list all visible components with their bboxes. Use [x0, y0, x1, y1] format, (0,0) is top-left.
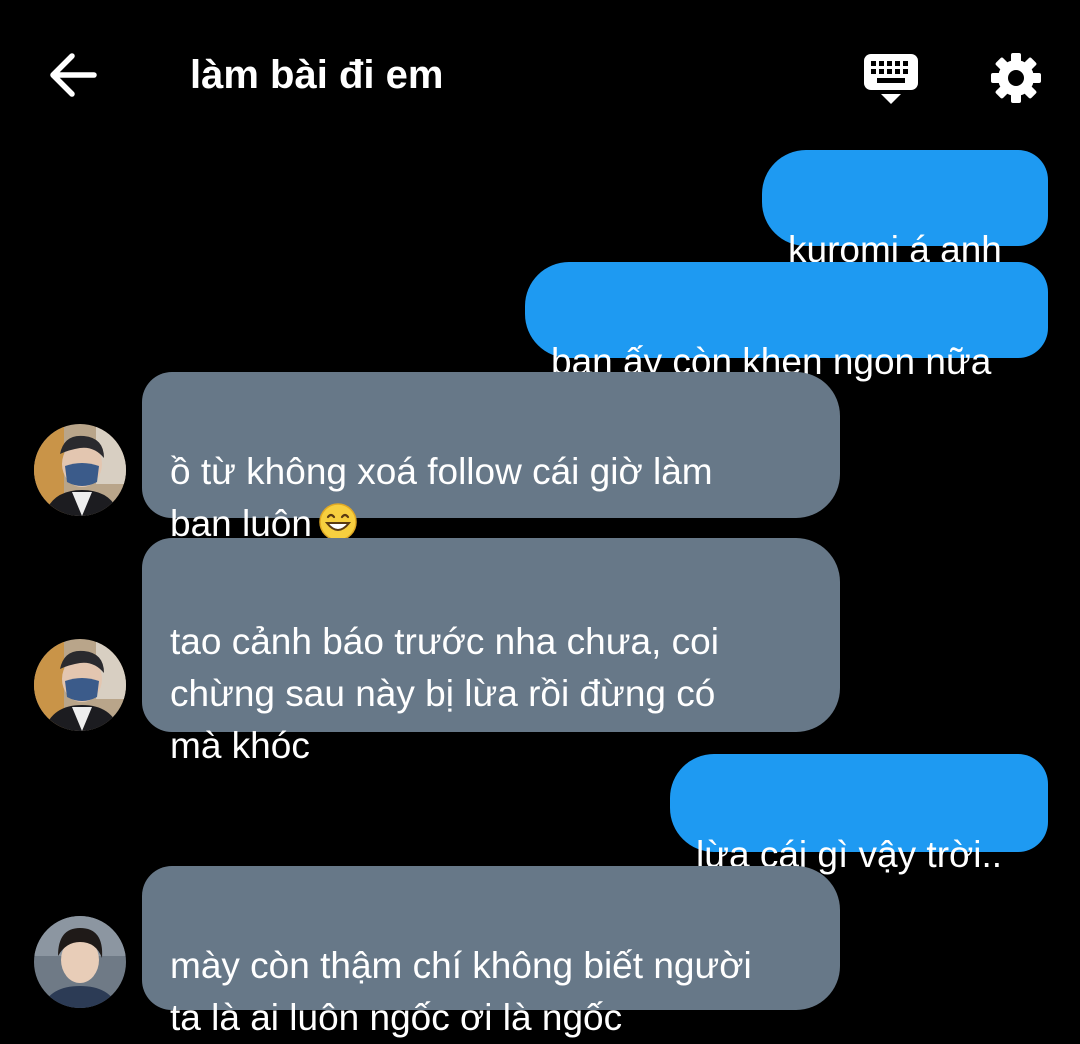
message-list: kuromi á anh bạn ấy còn khen ngon nữa ồ … [0, 0, 1080, 1038]
sent-message[interactable]: kuromi á anh [762, 150, 1048, 270]
avatar[interactable] [34, 916, 126, 1008]
message-text: ồ từ không xoá follow cái giờ làm bạn lu… [170, 451, 713, 544]
avatar-photo [34, 424, 126, 516]
avatar-photo [34, 639, 126, 731]
avatar[interactable] [34, 639, 126, 731]
received-message[interactable]: mày còn thậm chí không biết người ta là … [142, 866, 840, 1038]
message-text: tao cảnh báo trước nha chưa, coi chừng s… [170, 621, 719, 766]
message-text: mày còn thậm chí không biết người ta là … [170, 945, 752, 1038]
received-message[interactable]: tao cảnh báo trước nha chưa, coi chừng s… [142, 538, 840, 766]
sent-message[interactable]: bạn ấy còn khen ngon nữa [525, 262, 1048, 382]
sent-message[interactable]: lừa cái gì vậy trời.. [670, 754, 1048, 875]
received-message[interactable]: ồ từ không xoá follow cái giờ làm bạn lu… [142, 372, 840, 544]
grinning-face-icon [319, 503, 357, 541]
avatar[interactable] [34, 424, 126, 516]
avatar-photo [34, 916, 126, 1008]
